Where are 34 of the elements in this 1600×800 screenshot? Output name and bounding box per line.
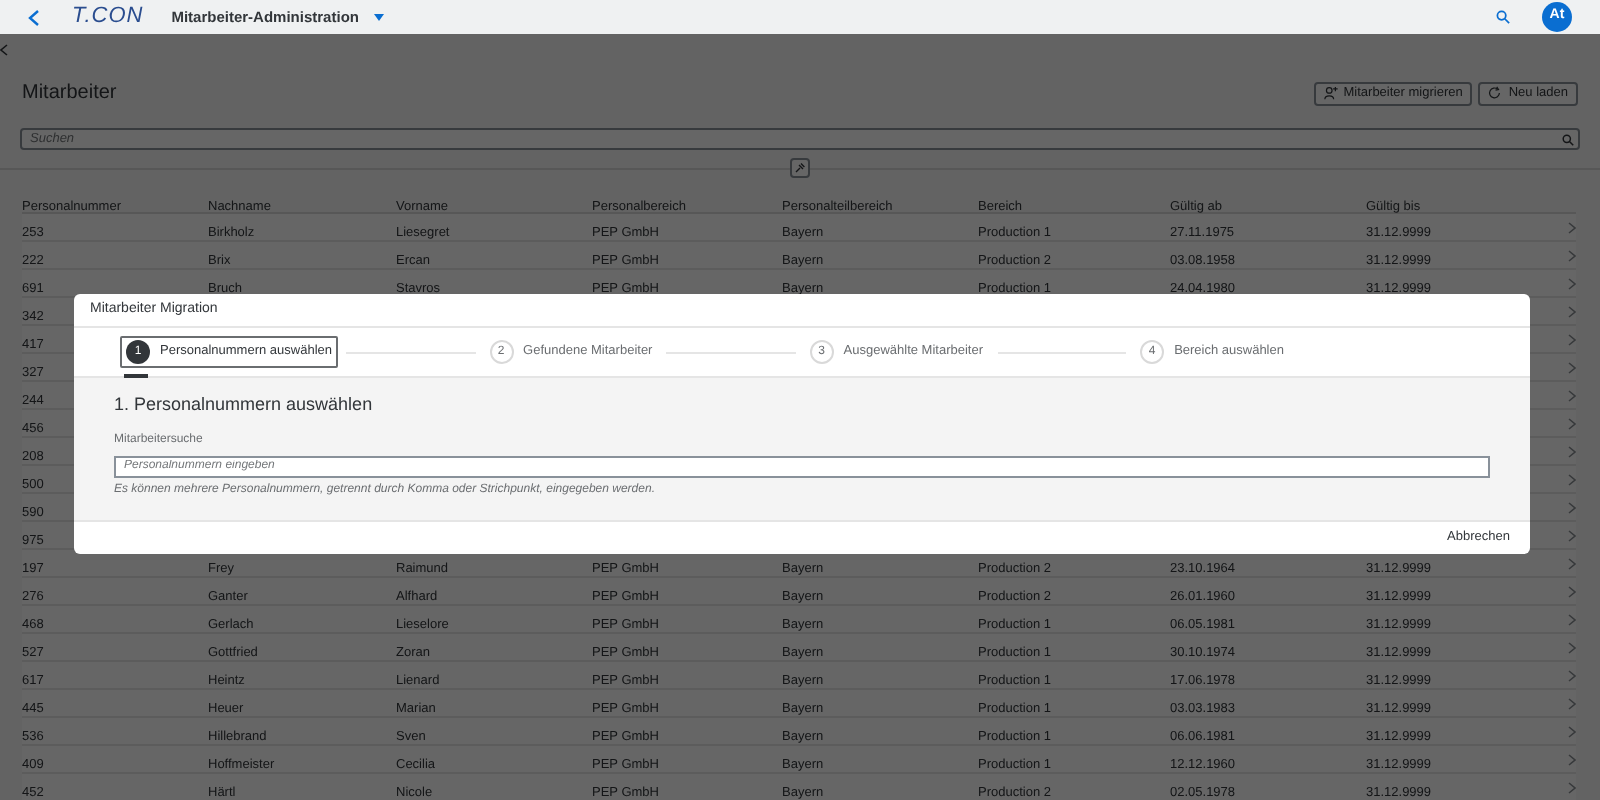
chevron-right-icon <box>1568 445 1576 457</box>
search-icon[interactable] <box>1562 133 1574 145</box>
chevron-right-icon <box>1568 557 1576 569</box>
chevron-right-icon <box>1568 417 1576 429</box>
chevron-right-icon <box>1568 305 1576 317</box>
chevron-right-icon <box>1568 641 1576 653</box>
chevron-right-icon <box>1568 585 1576 597</box>
back-icon[interactable] <box>28 9 40 25</box>
active-step-indicator <box>124 374 148 378</box>
chevron-right-icon <box>1568 725 1576 737</box>
add-user-icon <box>1323 86 1338 100</box>
pin-button[interactable] <box>790 158 810 178</box>
chevron-right-icon <box>1568 361 1576 373</box>
chevron-right-icon <box>1568 781 1576 793</box>
search-icon[interactable] <box>1496 10 1510 24</box>
chevron-right-icon <box>1568 501 1576 513</box>
chevron-right-icon <box>1568 221 1576 233</box>
chevron-right-icon <box>1568 753 1576 765</box>
chevron-right-icon <box>1568 697 1576 709</box>
chevron-right-icon <box>1568 277 1576 289</box>
chevron-right-icon <box>1568 473 1576 485</box>
chevron-right-icon <box>1568 613 1576 625</box>
chevron-right-icon <box>1568 529 1576 541</box>
caret-icon[interactable] <box>374 13 385 21</box>
chevron-right-icon <box>1568 669 1576 681</box>
back-icon[interactable] <box>0 44 8 56</box>
section-title: 1. Personalnummern auswählen <box>114 392 375 418</box>
chevron-right-icon <box>1568 249 1576 261</box>
refresh-icon <box>1488 86 1503 100</box>
chevron-right-icon <box>1568 389 1576 401</box>
chevron-right-icon <box>1568 333 1576 345</box>
logo[interactable]: T.CON <box>72 0 144 34</box>
page-title: Mitarbeiter <box>22 80 117 108</box>
pin-icon <box>794 162 806 174</box>
